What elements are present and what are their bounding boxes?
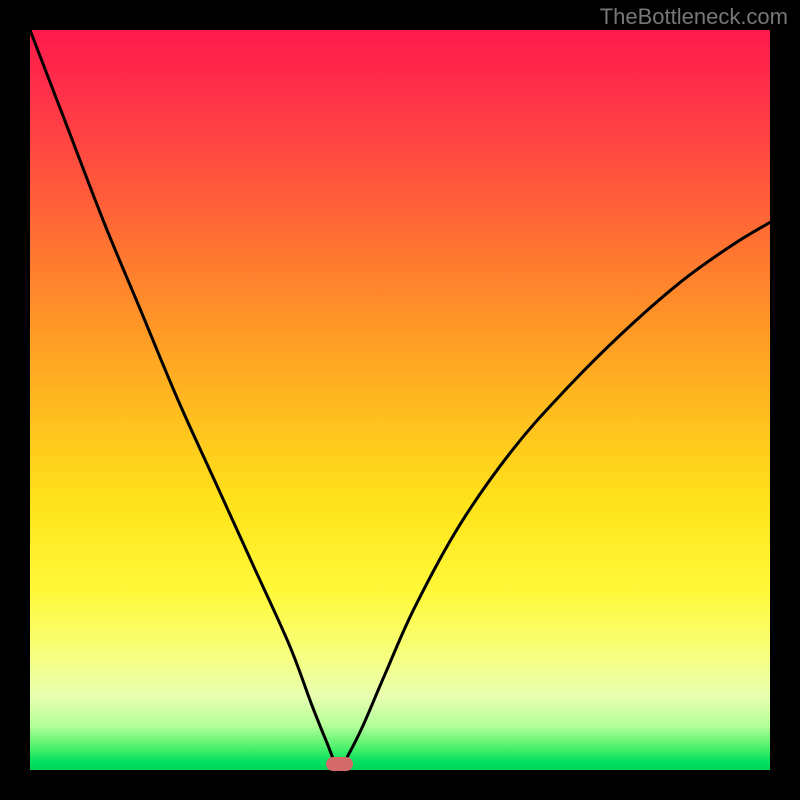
curve-layer: [30, 30, 770, 770]
optimal-marker: [326, 757, 353, 771]
chart-frame: TheBottleneck.com: [0, 0, 800, 800]
bottleneck-curve: [30, 30, 770, 770]
watermark-text: TheBottleneck.com: [600, 4, 788, 30]
plot-area: [30, 30, 770, 770]
